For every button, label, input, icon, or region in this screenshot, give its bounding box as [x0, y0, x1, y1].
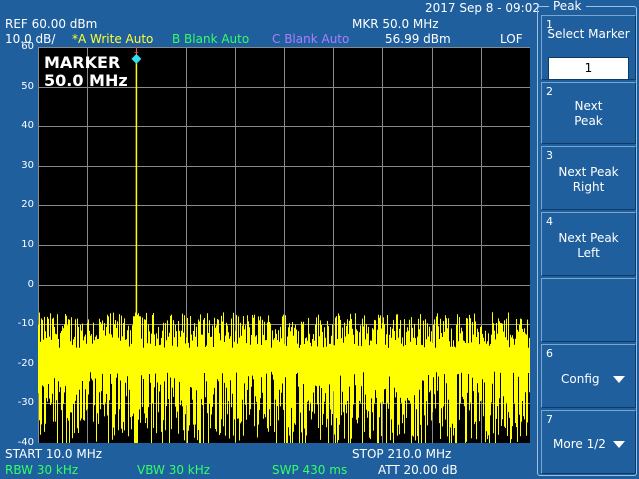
next-peak-left-key[interactable]: 4 Next Peak Left: [541, 212, 636, 276]
lof-indicator: LOF: [500, 32, 523, 46]
sweep-time: SWP 430 ms: [272, 463, 348, 477]
trace-a-status: *A Write Auto: [72, 32, 154, 46]
spectrum-plot: 1: [38, 47, 530, 443]
y-tick-label: 10: [21, 239, 34, 250]
y-tick-label: 50: [21, 80, 34, 92]
y-tick-label: 60: [21, 41, 34, 52]
next-peak-right-label-1: Next Peak: [558, 165, 619, 179]
rbw-setting: RBW 30 kHz: [5, 463, 79, 477]
y-tick-label: 30: [21, 159, 34, 171]
softkey-number: 6: [546, 347, 553, 360]
softkey-number: 7: [546, 413, 553, 426]
marker-readout: MARKER 50.0 MHz: [44, 54, 128, 90]
vbw-setting: VBW 30 kHz: [137, 463, 211, 477]
next-peak-label-1: Next: [574, 99, 603, 113]
next-peak-right-key[interactable]: 3 Next Peak Right: [541, 146, 636, 210]
y-tick-label: 20: [21, 199, 34, 211]
next-peak-left-label-1: Next Peak: [558, 231, 619, 245]
select-marker-key[interactable]: 1 Select Marker 1: [541, 15, 636, 80]
next-peak-right-label-2: Right: [572, 180, 605, 194]
spectrum-display[interactable]: 1: [38, 47, 530, 443]
stop-frequency: STOP 210.0 MHz: [352, 447, 452, 461]
chevron-down-icon: [613, 376, 625, 383]
selected-marker-field[interactable]: 1: [548, 57, 629, 80]
y-tick-label: 40: [21, 120, 34, 132]
datetime: 2017 Sep 8 - 09:02: [425, 1, 540, 15]
marker-readout-value: 50.0 MHz: [44, 71, 128, 90]
next-peak-left-label-2: Left: [577, 246, 600, 260]
softkey-panel-title: Peak: [549, 0, 586, 13]
y-tick-label: 0: [27, 278, 34, 290]
softkey-number: 2: [546, 85, 553, 98]
marker-frequency: MKR 50.0 MHz: [352, 17, 439, 31]
reference-level: REF 60.00 dBm: [5, 17, 98, 31]
softkey-number: 4: [546, 215, 553, 228]
start-frequency: START 10.0 MHz: [5, 447, 103, 461]
marker-level: 56.99 dBm: [385, 32, 451, 46]
next-peak-key[interactable]: 2 Next Peak: [541, 82, 636, 144]
empty-softkey-5[interactable]: [541, 278, 636, 342]
y-tick-label: -20: [17, 357, 34, 369]
trace-c-status: C Blank Auto: [272, 32, 350, 46]
marker-readout-title: MARKER: [44, 53, 121, 72]
chevron-down-icon: [613, 441, 625, 448]
next-peak-label-2: Peak: [574, 114, 603, 128]
more-key[interactable]: 7 More 1/2: [541, 410, 636, 474]
config-key[interactable]: 6 Config: [541, 344, 636, 408]
attenuation: ATT 20.00 dB: [378, 463, 458, 477]
trace-b-status: B Blank Auto: [172, 32, 250, 46]
select-marker-label: Select Marker: [547, 27, 630, 41]
marker-number: 1: [133, 47, 139, 56]
softkey-number: 3: [546, 149, 553, 162]
y-tick-label: -10: [17, 318, 34, 330]
y-tick-label: -30: [17, 397, 34, 409]
